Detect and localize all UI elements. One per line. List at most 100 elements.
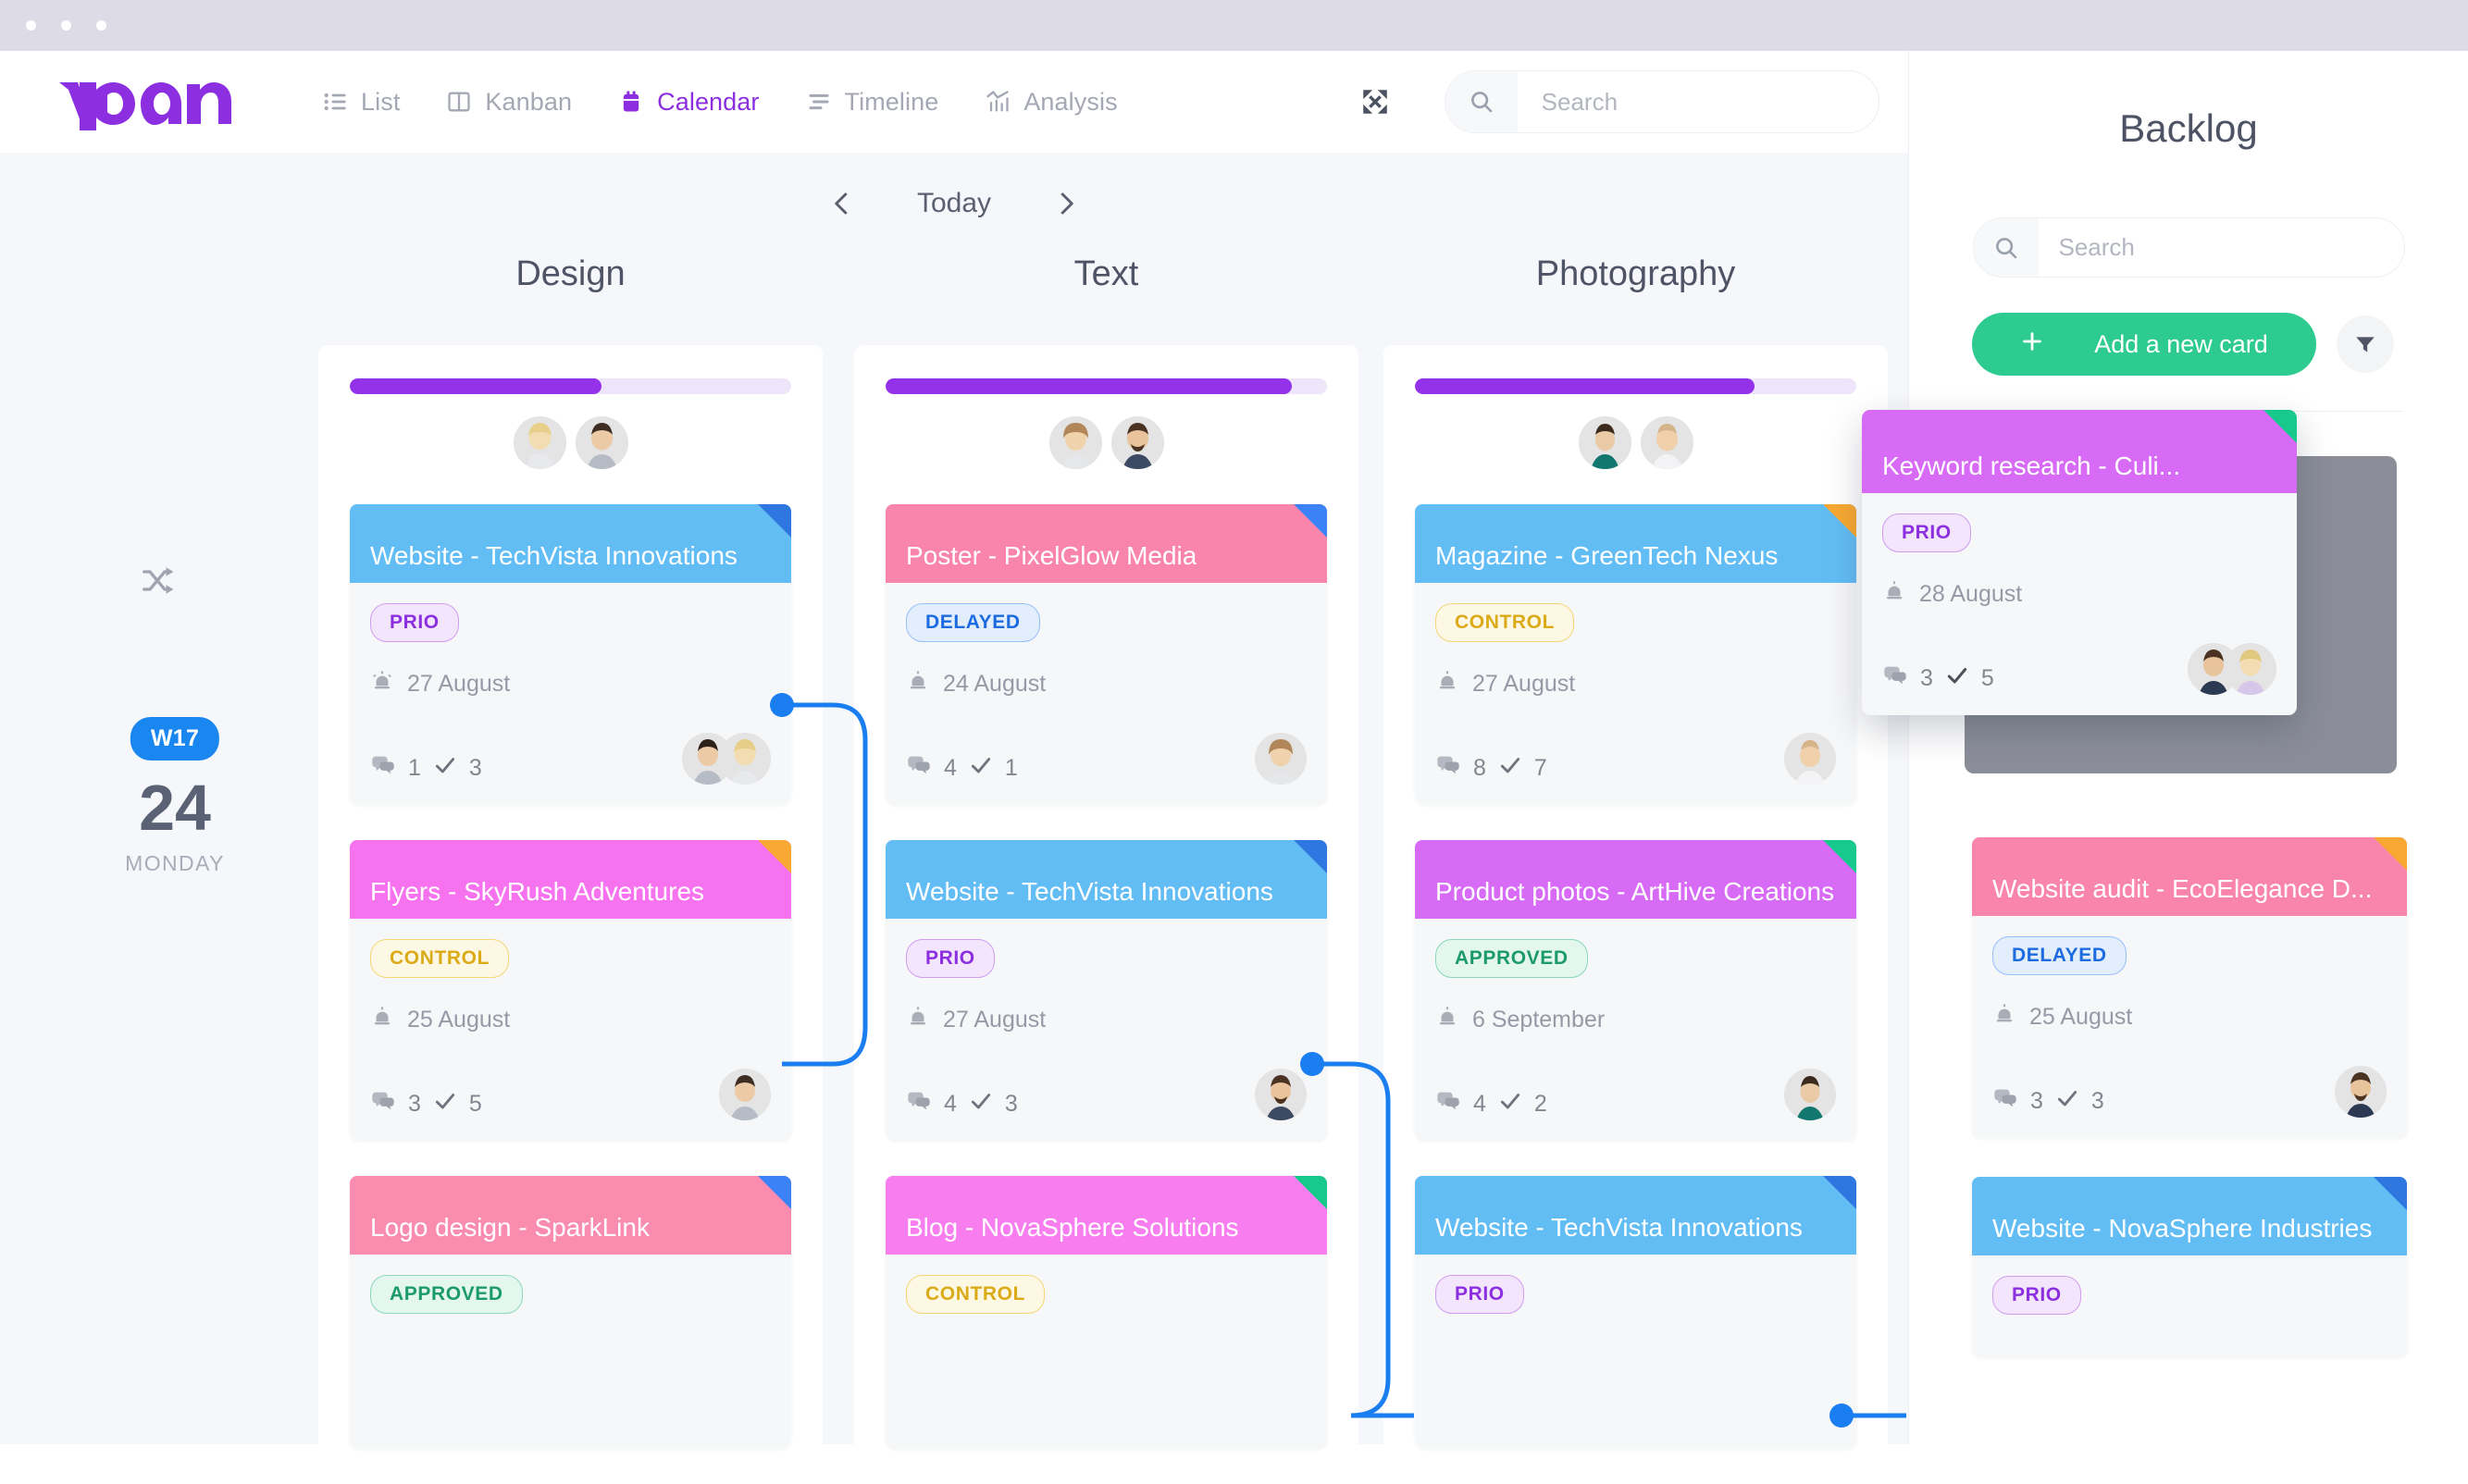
card-corner-flag — [2263, 410, 2297, 443]
card-header: Website - TechVista Innovations — [886, 840, 1327, 919]
add-new-card-button[interactable]: Add a new card — [1972, 313, 2316, 376]
window-close-dot[interactable] — [26, 20, 36, 31]
avatar[interactable] — [719, 1069, 771, 1120]
card-footer: 4 1 — [906, 733, 1307, 785]
card-corner-flag — [2374, 1177, 2407, 1210]
card-title: Magazine - GreenTech Nexus — [1435, 541, 1779, 570]
card-header: Website - TechVista Innovations — [350, 504, 791, 583]
status-badge: CONTROL — [1435, 603, 1575, 642]
check-count: 5 — [1980, 665, 1994, 691]
tab-calendar[interactable]: Calendar — [618, 88, 759, 117]
today-button[interactable]: Today — [917, 188, 991, 219]
card-header: Website audit - EcoElegance D... — [1972, 837, 2407, 916]
avatar[interactable] — [1784, 733, 1836, 785]
card-corner-flag — [758, 504, 791, 538]
window-minimize-dot[interactable] — [61, 20, 71, 31]
card-footer: 3 5 — [1882, 643, 2276, 695]
backlog-title: Backlog — [2119, 106, 2258, 150]
card-body: DELAYED 25 August 3 3 — [1972, 916, 2407, 1138]
task-card[interactable]: Flyers - SkyRush Adventures CONTROL 25 A… — [350, 840, 791, 1141]
column-design: Design Website - TechVista Innovations P… — [318, 254, 823, 1484]
search-input[interactable] — [1517, 71, 1879, 132]
card-corner-flag — [758, 1176, 791, 1209]
card-avatars[interactable] — [682, 733, 771, 785]
column-panel: Poster - PixelGlow Media DELAYED 24 Augu… — [854, 345, 1358, 1449]
filter-icon[interactable] — [2337, 315, 2394, 373]
tab-analysis[interactable]: Analysis — [985, 88, 1118, 117]
comment-icon — [1435, 752, 1461, 785]
comment-icon — [1882, 662, 1908, 695]
avatar[interactable] — [682, 733, 734, 785]
avatar[interactable] — [1784, 1069, 1836, 1120]
card-body: APPROVED — [350, 1255, 791, 1449]
check-count: 3 — [1004, 1091, 1018, 1117]
expand-icon[interactable] — [1357, 83, 1394, 120]
card-corner-flag — [1294, 1176, 1327, 1209]
task-card[interactable]: Website - TechVista Innovations PRIO 27 … — [886, 840, 1327, 1141]
avatar[interactable] — [1578, 416, 1631, 469]
column-title: Design — [515, 254, 626, 293]
tab-timeline[interactable]: Timeline — [806, 88, 939, 117]
alarm-icon — [370, 669, 394, 699]
avatar[interactable] — [1255, 733, 1307, 785]
card-footer: 3 3 — [1992, 1066, 2387, 1118]
avatar[interactable] — [1640, 416, 1693, 469]
avatar[interactable] — [2188, 643, 2239, 695]
task-card[interactable]: Website - TechVista Innovations PRIO 27 … — [350, 504, 791, 805]
avatar[interactable] — [575, 416, 628, 469]
task-card[interactable]: Poster - PixelGlow Media DELAYED 24 Augu… — [886, 504, 1327, 805]
card-body: PRIO 27 August — [886, 919, 1327, 1141]
chevron-left-icon[interactable] — [826, 188, 858, 219]
status-badge: APPROVED — [370, 1275, 523, 1314]
card-header: Website - TechVista Innovations — [1415, 1176, 1856, 1255]
window-maximize-dot[interactable] — [96, 20, 106, 31]
avatar[interactable] — [1110, 416, 1164, 469]
tab-timeline-label: Timeline — [844, 87, 939, 116]
backlog-search-input[interactable] — [2038, 218, 2404, 277]
card-title: Website - NovaSphere Industries — [1992, 1214, 2373, 1243]
global-search[interactable] — [1444, 70, 1879, 133]
calendar-board: Today W17 24 MONDAY Design Website - Tec… — [0, 153, 1908, 1449]
card-title: Website - TechVista Innovations — [370, 541, 738, 570]
avatar[interactable] — [513, 416, 566, 469]
backlog-card[interactable]: Website - NovaSphere Industries PRIO — [1972, 1177, 2407, 1357]
check-count: 5 — [468, 1091, 482, 1117]
day-number: 24 — [139, 772, 211, 844]
check-icon — [2055, 1086, 2079, 1117]
calendar-columns: Design Website - TechVista Innovations P… — [315, 254, 1908, 1449]
due-date-text: 25 August — [407, 1007, 511, 1033]
tab-kanban[interactable]: Kanban — [446, 88, 572, 117]
card-due-date: 25 August — [370, 1005, 771, 1035]
vplan-logo[interactable] — [56, 73, 241, 130]
comment-count: 4 — [1473, 1091, 1486, 1117]
view-tabs: List Kanban Calendar Timeline Analysis — [322, 88, 1118, 117]
chevron-right-icon[interactable] — [1050, 188, 1082, 219]
task-card[interactable]: Magazine - GreenTech Nexus CONTROL 27 Au… — [1415, 504, 1856, 805]
task-card[interactable]: Logo design - SparkLink APPROVED — [350, 1176, 791, 1449]
card-due-date: 27 August — [370, 669, 771, 699]
status-badge: CONTROL — [906, 1275, 1046, 1314]
card-avatars[interactable] — [2188, 643, 2276, 695]
card-footer: 4 2 — [1435, 1069, 1836, 1120]
task-card[interactable]: Website - TechVista Innovations PRIO — [1415, 1176, 1856, 1449]
task-card[interactable]: Blog - NovaSphere Solutions CONTROL — [886, 1176, 1327, 1449]
progress-fill — [886, 378, 1292, 394]
dragging-card[interactable]: Keyword research - Culi... PRIO 28 Augus… — [1862, 410, 2297, 715]
comment-count: 8 — [1473, 755, 1486, 781]
avatar[interactable] — [1048, 416, 1102, 469]
tab-list[interactable]: List — [322, 88, 400, 117]
card-footer: 3 5 — [370, 1069, 771, 1120]
card-corner-flag — [2374, 837, 2407, 871]
tab-calendar-label: Calendar — [657, 87, 760, 116]
backlog-card[interactable]: Website audit - EcoElegance D... DELAYED… — [1972, 837, 2407, 1138]
avatar[interactable] — [1255, 1069, 1307, 1120]
progress-fill — [1415, 378, 1755, 394]
card-footer: 4 3 — [906, 1069, 1307, 1120]
shuffle-icon[interactable] — [140, 563, 175, 603]
status-badge: PRIO — [906, 939, 995, 978]
card-header: Blog - NovaSphere Solutions — [886, 1176, 1327, 1255]
avatar[interactable] — [2335, 1066, 2387, 1118]
status-badge: DELAYED — [906, 603, 1040, 642]
task-card[interactable]: Product photos - ArtHive Creations APPRO… — [1415, 840, 1856, 1141]
backlog-search[interactable] — [1972, 217, 2405, 278]
